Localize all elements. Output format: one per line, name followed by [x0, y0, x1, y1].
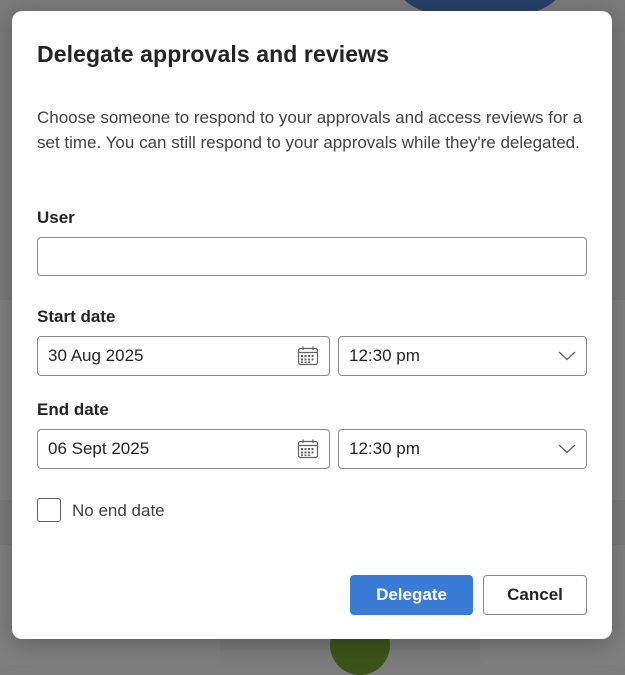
- chevron-down-icon: [558, 444, 576, 454]
- start-time-dropdown[interactable]: 12:30 pm: [338, 336, 587, 376]
- user-label: User: [37, 208, 75, 227]
- calendar-icon[interactable]: [297, 439, 319, 459]
- chevron-down-icon: [558, 351, 576, 361]
- end-date-picker[interactable]: 06 Sept 2025: [37, 429, 330, 469]
- calendar-icon[interactable]: [297, 346, 319, 366]
- dialog-title: Delegate approvals and reviews: [37, 41, 389, 67]
- cancel-button[interactable]: Cancel: [483, 575, 587, 615]
- no-end-date-label[interactable]: No end date: [72, 501, 165, 521]
- no-end-date-checkbox[interactable]: [37, 498, 61, 522]
- user-input[interactable]: [37, 237, 587, 276]
- end-time-value: 12:30 pm: [349, 439, 420, 458]
- start-date-picker[interactable]: 30 Aug 2025: [37, 336, 330, 376]
- end-date-label: End date: [37, 400, 109, 419]
- end-time-dropdown[interactable]: 12:30 pm: [338, 429, 587, 469]
- delegate-dialog: Delegate approvals and reviews Choose so…: [12, 11, 612, 639]
- start-date-value: 30 Aug 2025: [48, 346, 144, 365]
- start-date-label: Start date: [37, 307, 116, 326]
- start-time-value: 12:30 pm: [349, 346, 420, 365]
- delegate-button[interactable]: Delegate: [350, 575, 473, 615]
- end-date-value: 06 Sept 2025: [48, 439, 150, 458]
- dialog-description: Choose someone to respond to your approv…: [37, 108, 583, 152]
